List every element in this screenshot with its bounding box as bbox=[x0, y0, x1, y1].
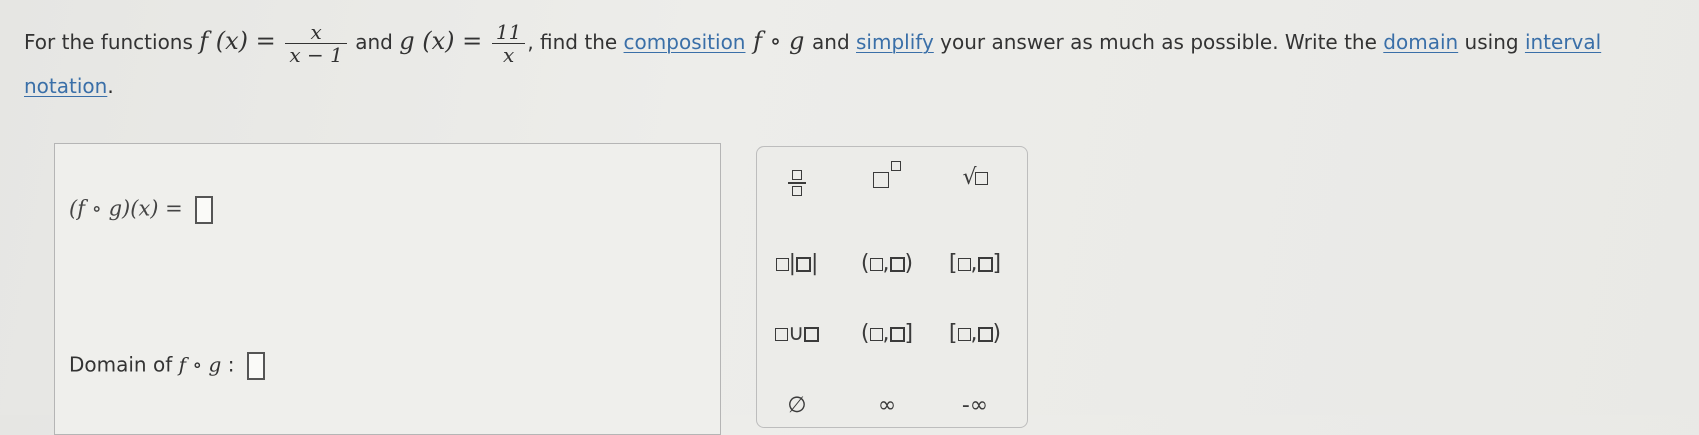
comma-glyph-2: , bbox=[970, 251, 978, 276]
domain-colon: : bbox=[221, 352, 235, 377]
composition-answer-input[interactable] bbox=[195, 196, 214, 224]
close-paren-glyph-2: ) bbox=[992, 321, 1002, 346]
infinity-icon: ∞ bbox=[877, 393, 897, 418]
sqrt-button[interactable]: √ bbox=[935, 165, 1015, 190]
union-button[interactable]: ∪ bbox=[757, 321, 837, 346]
open-paren-glyph: ( bbox=[860, 251, 870, 276]
abs-bar-right: | bbox=[811, 251, 819, 276]
g-definition-lhs: g (x) = bbox=[399, 27, 490, 55]
question-line-2: notation. bbox=[24, 74, 114, 98]
notation-link[interactable]: notation bbox=[24, 74, 107, 98]
closed-interval-icon: [,] bbox=[949, 251, 1001, 276]
open-interval-button[interactable]: (,) bbox=[847, 251, 927, 276]
sqrt-icon: √ bbox=[962, 165, 988, 190]
open-interval-icon: (,) bbox=[861, 251, 913, 276]
g-fraction: 11 x bbox=[491, 20, 526, 66]
infinity-button[interactable]: ∞ bbox=[847, 393, 927, 418]
exponent-button[interactable] bbox=[847, 161, 927, 192]
open-bracket-glyph: [ bbox=[948, 251, 958, 276]
question-and: and bbox=[355, 30, 400, 54]
domain-answer-row: Domain of f ∘ g : bbox=[69, 352, 265, 380]
close-bracket-glyph-2: ] bbox=[904, 321, 914, 346]
composition-expression-label: (f ∘ g)(x) = bbox=[69, 196, 183, 221]
math-palette: √ | | (,) [,] ∪ (,] [,) ∅ ∞ -∞ bbox=[756, 146, 1028, 428]
open-paren-glyph-2: ( bbox=[860, 321, 870, 346]
f-numerator: x bbox=[310, 20, 322, 44]
question-using: using bbox=[1458, 30, 1525, 54]
empty-set-icon: ∅ bbox=[787, 393, 807, 418]
right-open-interval-button[interactable]: [,) bbox=[935, 321, 1015, 346]
question-text: For the functions f (x) = x x − 1 and g … bbox=[24, 14, 1684, 69]
simplify-link[interactable]: simplify bbox=[856, 30, 934, 54]
union-icon: ∪ bbox=[774, 321, 820, 346]
union-glyph: ∪ bbox=[787, 321, 805, 346]
closed-interval-button[interactable]: [,] bbox=[935, 251, 1015, 276]
domain-link[interactable]: domain bbox=[1383, 30, 1458, 54]
question-instructions: your answer as much as possible. Write t… bbox=[933, 30, 1384, 54]
exponent-icon bbox=[873, 161, 901, 192]
domain-label: Domain of bbox=[69, 352, 179, 377]
abs-bar-left: | bbox=[788, 251, 796, 276]
question-period: . bbox=[107, 74, 114, 98]
comma-glyph: , bbox=[882, 251, 890, 276]
question-intro: For the functions bbox=[24, 30, 200, 54]
domain-fog-symbol: f ∘ g bbox=[178, 352, 222, 377]
negative-infinity-icon: -∞ bbox=[961, 393, 989, 418]
comma-glyph-3: , bbox=[882, 321, 890, 346]
absolute-value-button[interactable]: | | bbox=[757, 251, 837, 276]
f-denominator: x − 1 bbox=[285, 43, 347, 66]
composition-answer-row: (f ∘ g)(x) = bbox=[69, 196, 214, 224]
absolute-value-icon: | | bbox=[775, 251, 819, 276]
empty-set-button[interactable]: ∅ bbox=[757, 393, 837, 418]
f-fraction: x x − 1 bbox=[285, 20, 347, 66]
open-bracket-glyph-2: [ bbox=[948, 321, 958, 346]
right-open-interval-icon: [,) bbox=[949, 321, 1001, 346]
composition-link[interactable]: composition bbox=[624, 30, 746, 54]
left-open-interval-icon: (,] bbox=[861, 321, 913, 346]
g-numerator: 11 bbox=[495, 20, 522, 44]
negative-infinity-button[interactable]: -∞ bbox=[935, 393, 1015, 418]
close-bracket-glyph: ] bbox=[992, 251, 1002, 276]
g-denominator: x bbox=[491, 43, 526, 66]
domain-answer-input[interactable] bbox=[246, 352, 265, 380]
fraction-button[interactable] bbox=[757, 161, 837, 196]
close-paren-glyph: ) bbox=[904, 251, 914, 276]
question-find: , find the bbox=[527, 30, 624, 54]
f-definition-lhs: f (x) = bbox=[199, 27, 284, 55]
fog-symbol: f ∘ g bbox=[745, 27, 813, 55]
comma-glyph-4: , bbox=[970, 321, 978, 346]
question-and-2: and bbox=[812, 30, 856, 54]
left-open-interval-button[interactable]: (,] bbox=[847, 321, 927, 346]
answer-panel: (f ∘ g)(x) = Domain of f ∘ g : bbox=[54, 143, 721, 435]
fraction-icon bbox=[788, 170, 806, 196]
interval-link[interactable]: interval bbox=[1525, 30, 1601, 54]
